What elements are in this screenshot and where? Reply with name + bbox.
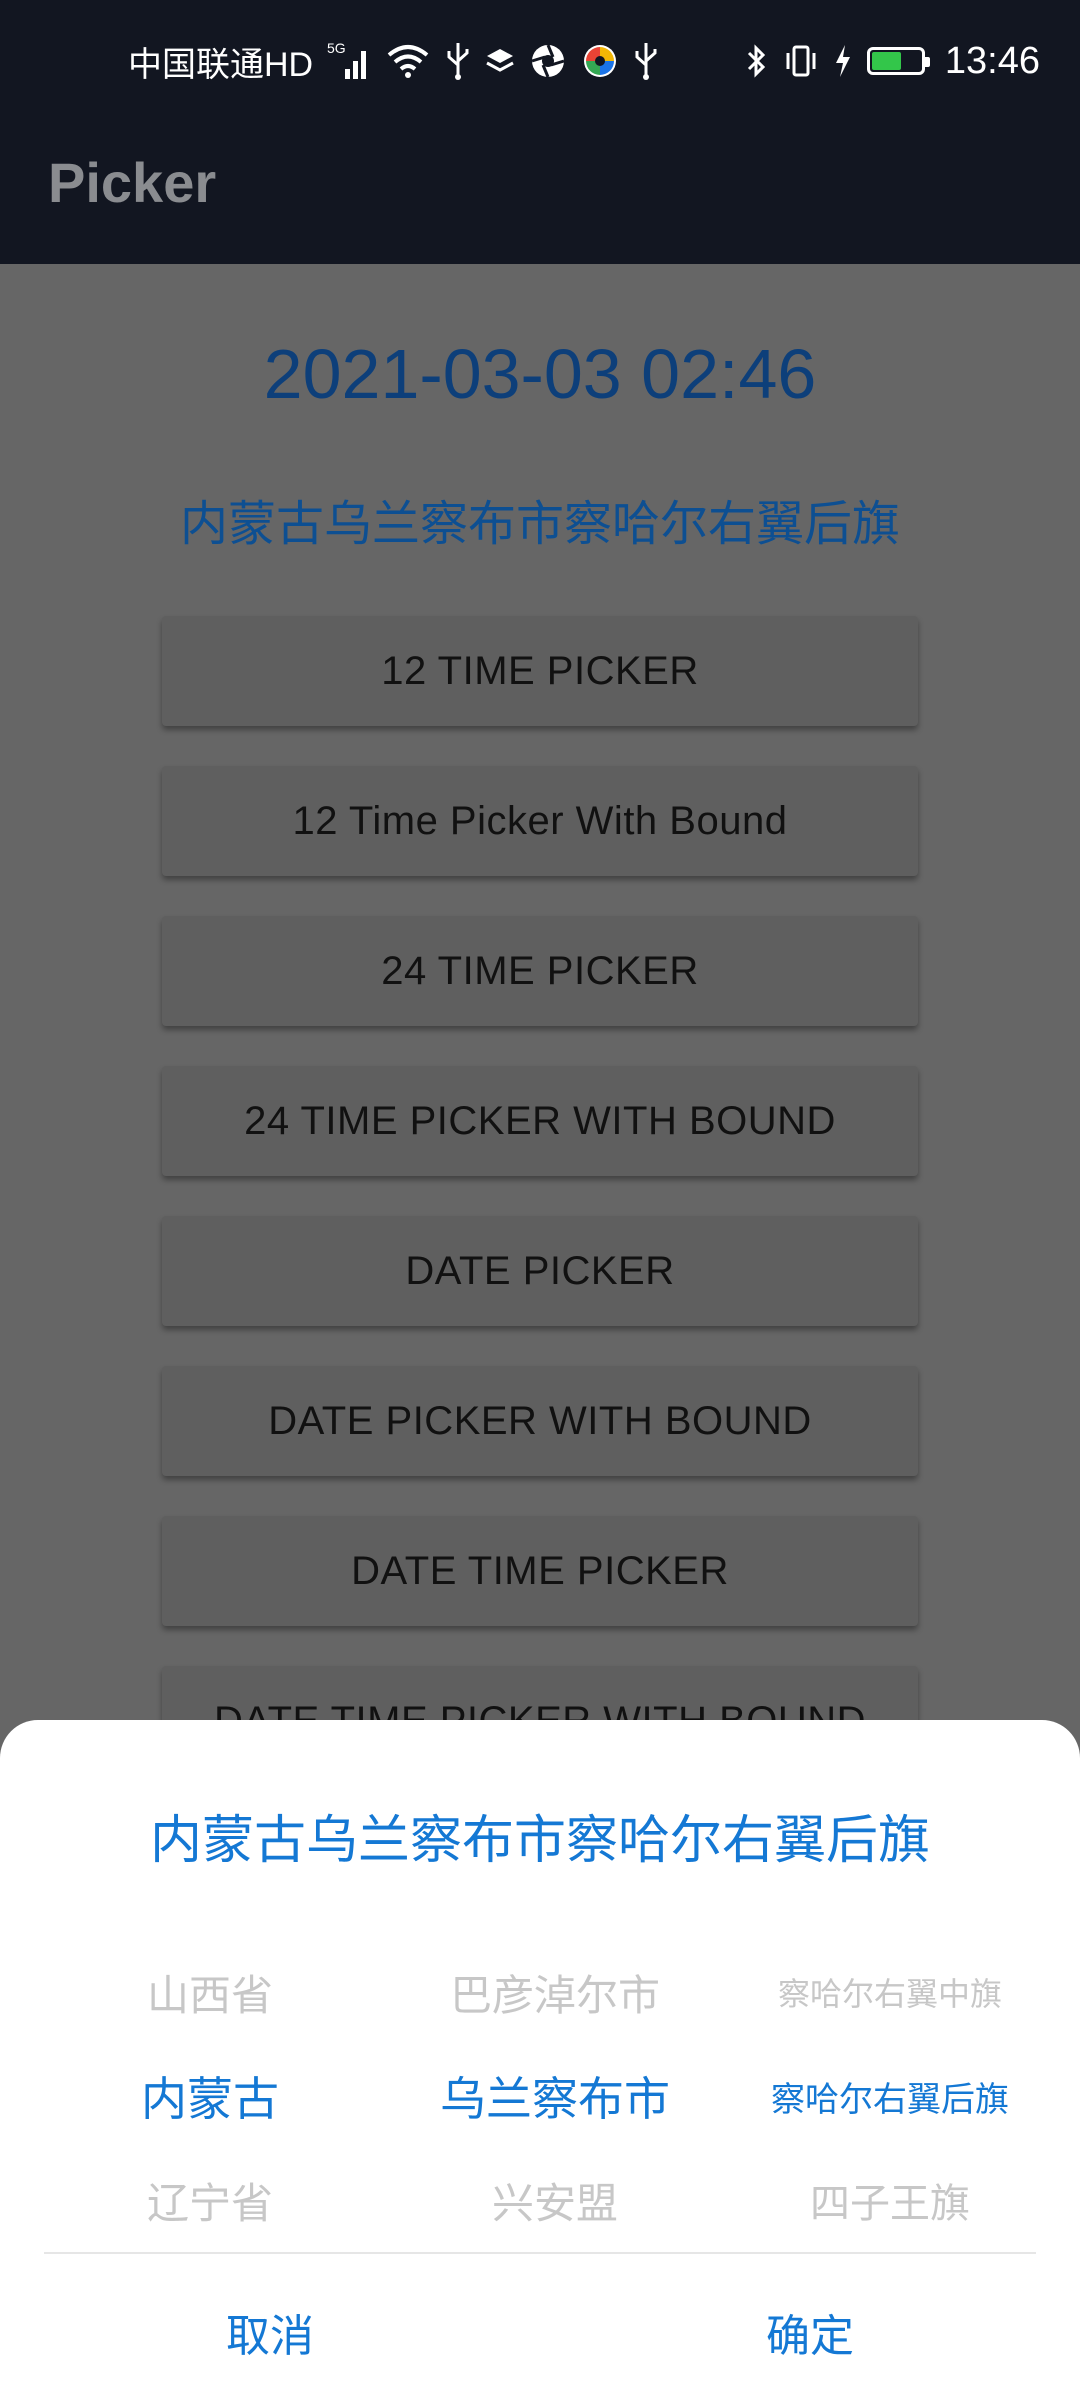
- color-app-icon: [581, 39, 619, 83]
- district-option[interactable]: 四子王旗: [740, 2148, 1040, 2252]
- aperture-icon: [529, 39, 567, 83]
- network-label: 5G: [327, 41, 346, 56]
- twentyfour-time-picker-button[interactable]: 24 TIME PICKER: [162, 916, 918, 1026]
- province-option[interactable]: 山西省: [60, 1940, 360, 2044]
- province-option-selected[interactable]: 内蒙古: [60, 2044, 360, 2148]
- city-option[interactable]: 巴彦淖尔市: [405, 1940, 705, 2044]
- wifi-icon: [385, 39, 431, 83]
- layers-icon: [485, 39, 515, 83]
- sheet-divider: [44, 2252, 1036, 2254]
- city-wheel[interactable]: 巴彦淖尔市 乌兰察布市 兴安盟: [405, 1940, 705, 2227]
- twelve-time-picker-button[interactable]: 12 TIME PICKER: [162, 616, 918, 726]
- province-option[interactable]: 辽宁省: [60, 2148, 360, 2252]
- usb-icon: [445, 39, 471, 83]
- city-option-selected[interactable]: 乌兰察布市: [405, 2044, 705, 2148]
- battery-icon: [866, 47, 930, 75]
- status-right: 13:46: [743, 36, 1040, 86]
- twelve-time-picker-bound-button[interactable]: 12 Time Picker With Bound: [162, 766, 918, 876]
- app-bar: Picker: [0, 120, 1080, 264]
- twentyfour-time-picker-bound-button[interactable]: 24 TIME PICKER WITH BOUND: [162, 1066, 918, 1176]
- status-left: 中国联通HD 5G: [128, 36, 659, 86]
- bluetooth-icon: [743, 39, 769, 83]
- province-wheel[interactable]: 山西省 内蒙古 辽宁省: [60, 1940, 360, 2227]
- date-time-picker-button[interactable]: DATE TIME PICKER: [162, 1516, 918, 1626]
- carrier-label: 中国联通HD: [128, 45, 314, 84]
- picker-title: 内蒙古乌兰察布市察哈尔右翼后旗: [149, 1812, 930, 1870]
- cancel-button[interactable]: 取消: [120, 2282, 420, 2382]
- city-option[interactable]: 兴安盟: [405, 2148, 705, 2252]
- usb-icon-2: [633, 39, 659, 83]
- selected-address: 内蒙古乌兰察布市察哈尔右翼后旗: [179, 498, 900, 551]
- status-bar: 中国联通HD 5G 13:46: [0, 0, 1080, 120]
- signal-icon: 5G: [327, 39, 371, 83]
- charging-icon: [833, 39, 853, 83]
- date-picker-bound-button[interactable]: DATE PICKER WITH BOUND: [162, 1366, 918, 1476]
- vibrate-icon: [783, 39, 819, 83]
- address-picker-sheet: 内蒙古乌兰察布市察哈尔右翼后旗 山西省 内蒙古 辽宁省 巴彦淖尔市 乌兰察布市 …: [0, 1720, 1080, 2400]
- selected-datetime: 2021-03-03 02:46: [263, 335, 817, 413]
- district-option[interactable]: 察哈尔右翼中旗: [740, 1940, 1040, 2044]
- confirm-button[interactable]: 确定: [660, 2282, 960, 2382]
- date-picker-button[interactable]: DATE PICKER: [162, 1216, 918, 1326]
- app-title: Picker: [48, 151, 217, 214]
- district-wheel[interactable]: 察哈尔右翼中旗 察哈尔右翼后旗 四子王旗: [740, 1940, 1040, 2226]
- district-option-selected[interactable]: 察哈尔右翼后旗: [740, 2044, 1040, 2148]
- clock: 13:46: [944, 39, 1040, 82]
